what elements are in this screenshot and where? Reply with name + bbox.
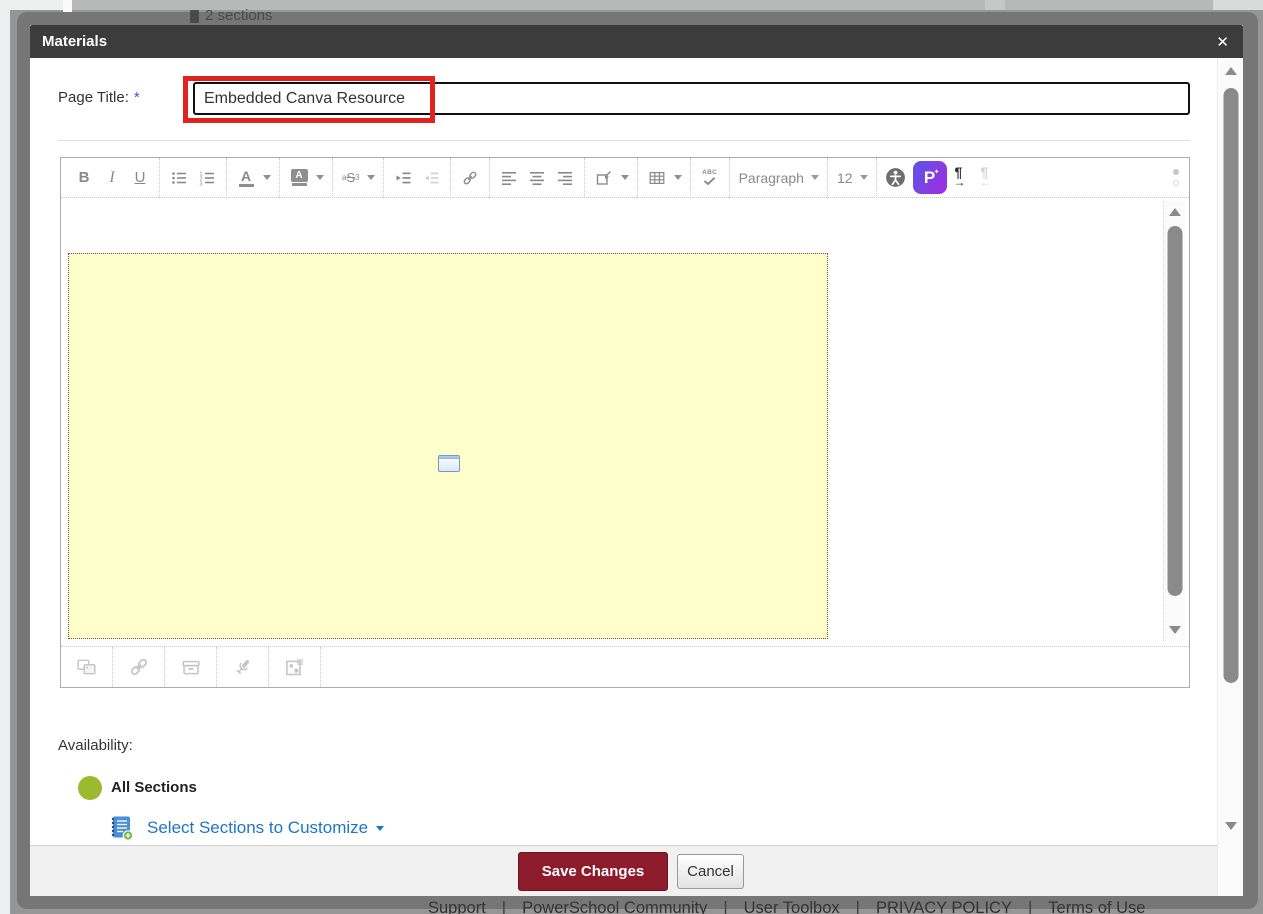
sub-superscript-icon[interactable]: aS3 [338, 163, 364, 193]
table-icon[interactable] [643, 163, 671, 193]
select-sections-caret[interactable] [376, 826, 384, 831]
toolbar-resize-grip[interactable] [1173, 169, 1179, 186]
sections-notebook-icon [107, 814, 134, 841]
page-title-label: Page Title:* [58, 89, 140, 106]
powerschool-app-icon[interactable]: P ✦ [913, 161, 947, 194]
ltr-paragraph-icon[interactable]: ¶ → [950, 163, 976, 193]
cancel-button[interactable]: Cancel [677, 854, 744, 889]
close-icon[interactable]: ✕ [1216, 33, 1229, 51]
record-audio-icon[interactable] [217, 647, 269, 687]
resources-icon[interactable] [165, 647, 217, 687]
modal-scroll-up-icon[interactable] [1225, 67, 1237, 75]
font-size-dropdown[interactable]: 12 [833, 170, 857, 186]
form-divider [58, 140, 1190, 141]
outdent-icon[interactable] [417, 163, 445, 193]
required-marker: * [134, 89, 140, 106]
editor-content-area[interactable] [61, 198, 1189, 646]
all-sections-status-dot [78, 776, 102, 800]
editor-scrollbar[interactable] [1163, 201, 1185, 641]
modal-title: Materials [30, 33, 107, 50]
embedded-iframe-placeholder[interactable] [68, 253, 828, 639]
editor-footer-toolbar [61, 646, 1189, 687]
spellcheck-icon[interactable]: ABC [696, 163, 724, 193]
insert-image-icon[interactable] [61, 647, 113, 687]
background-color-icon[interactable]: A [285, 163, 313, 193]
insert-link-icon[interactable] [113, 647, 165, 687]
editor-scroll-down-icon[interactable] [1169, 626, 1181, 634]
background-corner-strip [1213, 0, 1263, 10]
embed-app-icon[interactable] [269, 647, 321, 687]
rich-text-editor: B I U 123 A [60, 157, 1190, 688]
background-left-gutter [0, 10, 10, 914]
background-color-caret[interactable] [316, 175, 324, 180]
bullet-list-icon[interactable] [165, 163, 193, 193]
indent-icon[interactable] [389, 163, 417, 193]
background-page-band [0, 0, 1263, 10]
background-white-strip [63, 0, 72, 12]
sub-superscript-caret[interactable] [367, 175, 375, 180]
link-icon[interactable] [456, 163, 484, 193]
editor-scroll-thumb[interactable] [1167, 226, 1182, 596]
availability-heading: Availability: [58, 737, 133, 754]
align-right-icon[interactable] [551, 163, 579, 193]
text-color-caret[interactable] [263, 175, 271, 180]
underline-button[interactable]: U [126, 163, 154, 193]
italic-button[interactable]: I [98, 163, 126, 193]
editor-scroll-up-icon[interactable] [1169, 208, 1181, 216]
materials-modal: Materials ✕ Page Title:* B I U 123 [30, 25, 1243, 896]
iframe-placeholder-icon [438, 455, 460, 472]
page-title-input[interactable] [193, 82, 1190, 115]
paragraph-format-dropdown[interactable]: Paragraph [735, 170, 808, 186]
text-color-icon[interactable]: A [232, 163, 260, 193]
align-left-icon[interactable] [495, 163, 523, 193]
modal-scroll-thumb[interactable] [1223, 88, 1238, 683]
insert-content-icon[interactable] [590, 163, 618, 193]
all-sections-label: All Sections [111, 779, 197, 796]
accessibility-checker-icon[interactable] [882, 163, 910, 193]
font-size-caret[interactable] [860, 175, 868, 180]
modal-header: Materials ✕ [30, 25, 1243, 58]
rtl-paragraph-icon[interactable]: ¶ ← [976, 163, 1002, 193]
paragraph-format-caret[interactable] [811, 175, 819, 180]
modal-scroll-down-icon[interactable] [1225, 822, 1237, 830]
background-light-strip [985, 0, 1005, 10]
background-sidebar-strip [0, 0, 63, 10]
select-sections-link[interactable]: Select Sections to Customize [147, 818, 387, 838]
editor-toolbar: B I U 123 A [61, 158, 1189, 198]
screen: 2 sections Support|PowerSchool Community… [0, 0, 1263, 914]
bold-button[interactable]: B [70, 163, 98, 193]
table-caret[interactable] [674, 175, 682, 180]
svg-text:3: 3 [200, 181, 203, 186]
modal-scrollbar[interactable] [1217, 58, 1243, 896]
align-center-icon[interactable] [523, 163, 551, 193]
save-changes-button[interactable]: Save Changes [518, 852, 668, 891]
insert-content-caret[interactable] [621, 175, 629, 180]
modal-footer: Save Changes Cancel [30, 845, 1243, 896]
numbered-list-icon[interactable]: 123 [193, 163, 221, 193]
